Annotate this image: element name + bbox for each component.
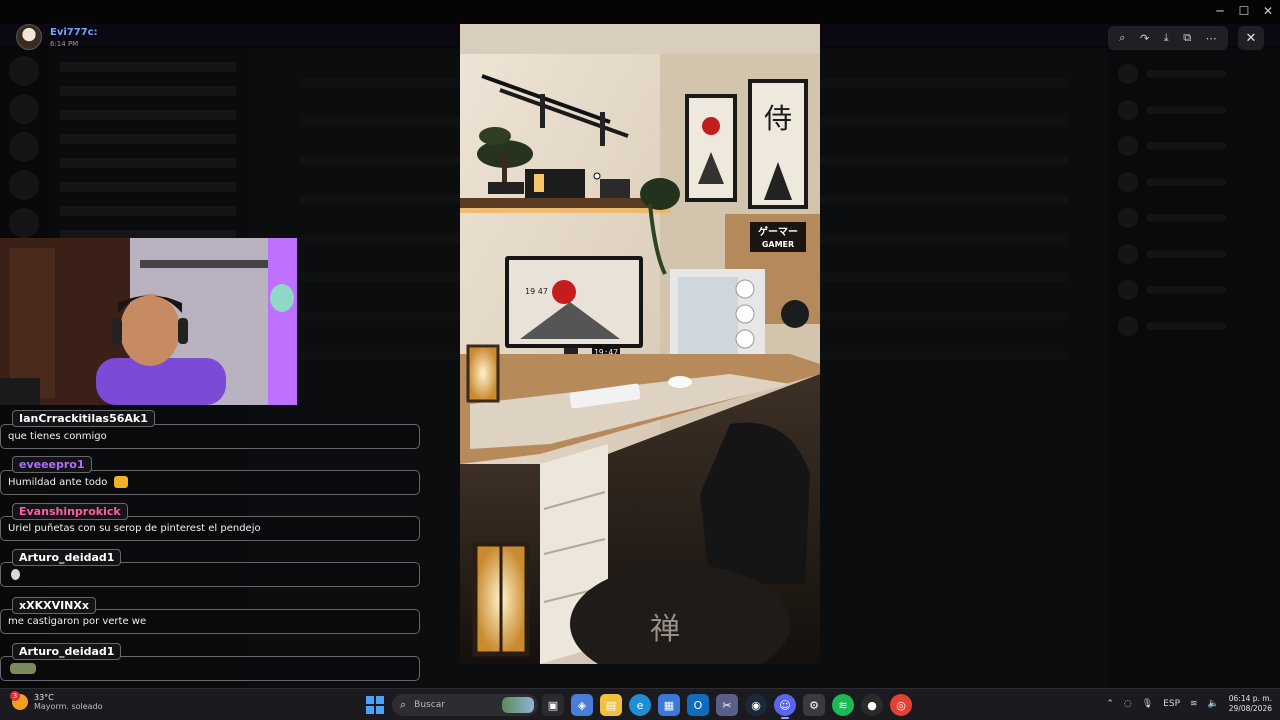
gaming-setup-photo: 侍 ゲーマー GAMER 19 47 19:47 禅 [460, 24, 820, 664]
store-icon[interactable]: ▦ [658, 694, 680, 716]
download-icon[interactable]: ⤓ [1164, 31, 1169, 45]
rug-kanji: 禅 [650, 612, 680, 647]
maximize-icon[interactable]: ☐ [1232, 0, 1256, 22]
close-viewer-button[interactable]: ✕ [1238, 26, 1264, 50]
chat-username: xXKXVINXx [12, 597, 96, 614]
weather-temp: 33°C [34, 693, 54, 702]
close-icon: ✕ [1245, 30, 1257, 46]
avatar[interactable] [16, 24, 42, 50]
search-icon: ⌕ [400, 698, 407, 711]
desktop: ─ ☐ ✕ Evi777c: 6:14 PM ⌕ ↷ ⤓ ⧉ ⋯ ✕ 侍 ゲーマ… [0, 0, 1280, 720]
forward-icon[interactable]: ↷ [1140, 32, 1149, 45]
file-explorer-icon[interactable]: ▤ [600, 694, 622, 716]
chat-username-text: Evanshinprokick [19, 505, 121, 518]
outlook-icon[interactable]: O [687, 694, 709, 716]
chat-username-text: eveeepro1 [19, 458, 85, 471]
person-emoji-icon [113, 476, 128, 488]
search-label: Buscar [414, 700, 445, 710]
wifi-icon[interactable]: ≋ [1190, 699, 1198, 709]
start-button[interactable] [366, 696, 384, 714]
chat-username: Arturo_deidad1 [12, 643, 122, 660]
snipping-tool-icon[interactable]: ✂ [716, 694, 738, 716]
viewer-author: Evi777c: 6:14 PM [16, 24, 98, 50]
car-sticker-icon [10, 662, 36, 674]
weather-desc: Mayorm. soleado [34, 702, 103, 711]
taskbar: 3 33°C Mayorm. soleado ⌕ Buscar ▣ ◈ ▤ e … [0, 688, 1280, 720]
author-time: 6:14 PM [50, 39, 79, 48]
taskbar-apps: ▣ ◈ ▤ e ▦ O ✂ ◉ ☺ ⚙ ≋ ● ◎ [542, 694, 912, 719]
search-highlight-image [502, 697, 534, 713]
edge-icon[interactable]: e [629, 694, 651, 716]
open-external-icon[interactable]: ⧉ [1183, 31, 1191, 45]
clock-date: 29/08/2026 [1228, 704, 1272, 713]
window-controls: ─ ☐ ✕ [1208, 0, 1280, 22]
spotify-icon[interactable]: ≋ [832, 694, 854, 716]
chat-text: Humildad ante todo [8, 477, 108, 488]
chat-text: me castigaron por verte we [8, 616, 147, 627]
chat-bubble: que tienes conmigo [0, 424, 420, 449]
volume-icon[interactable]: 🔈 [1208, 699, 1219, 709]
gamer-sign: ゲーマー [758, 225, 798, 238]
chat-username-text: Arturo_deidad1 [19, 551, 115, 564]
taskbar-search[interactable]: ⌕ Buscar [392, 694, 538, 716]
skull-emoji-icon [11, 568, 20, 580]
zoom-icon[interactable]: ⌕ [1119, 31, 1125, 45]
poster-kanji: 侍 [764, 102, 792, 135]
chat-text: que tienes conmigo [8, 431, 107, 442]
language-indicator[interactable]: ESP [1163, 699, 1180, 709]
chrome-icon[interactable]: ◎ [890, 694, 912, 716]
task-view-icon[interactable]: ▣ [542, 694, 564, 716]
chat-text: Uriel puñetas con su serop de pinterest … [8, 523, 261, 534]
bg-member-list [1108, 48, 1280, 688]
clock-time: 06:14 p. m. [1228, 694, 1272, 703]
chat-username-text: IanCrrackitilas56Ak1 [19, 412, 148, 425]
settings-icon[interactable]: ⚙ [803, 694, 825, 716]
viewer-toolbar: ⌕ ↷ ⤓ ⧉ ⋯ [1108, 26, 1228, 50]
microphone-icon[interactable]: 🎙 [1142, 699, 1153, 709]
weather-widget[interactable]: 3 33°C Mayorm. soleado [10, 691, 103, 711]
steam-icon[interactable]: ◉ [745, 694, 767, 716]
gamer-sign-sub: GAMER [762, 240, 794, 249]
bg-title-bar [0, 0, 1280, 24]
author-name[interactable]: Evi777c: [50, 27, 98, 38]
more-icon[interactable]: ⋯ [1206, 32, 1217, 45]
taskbar-clock[interactable]: 06:14 p. m. 29/08/2026 [1229, 694, 1272, 714]
streamer-webcam [0, 238, 297, 405]
sun-icon: 3 [10, 691, 28, 710]
discord-icon[interactable]: ☺ [774, 694, 796, 719]
chat-bubble: Humildad ante todo [0, 470, 420, 495]
chevron-up-icon[interactable]: ⌃ [1106, 699, 1114, 709]
viewed-image[interactable]: 侍 ゲーマー GAMER 19 47 19:47 禅 [460, 24, 820, 664]
media-app-icon[interactable]: ● [861, 694, 883, 716]
webcam-overlay [0, 238, 297, 405]
system-tray: ⌃ ◌ 🎙 ESP ≋ 🔈 06:14 p. m. 29/08/2026 [1106, 694, 1272, 714]
window-close-icon[interactable]: ✕ [1256, 0, 1280, 22]
chat-username-text: Arturo_deidad1 [19, 645, 115, 658]
minimize-icon[interactable]: ─ [1208, 0, 1232, 22]
cursor-icon [593, 172, 601, 180]
chat-username-text: xXKXVINXx [19, 599, 89, 612]
chat-username: eveeepro1 [12, 456, 92, 473]
monitor-year: 19 47 [525, 287, 548, 296]
chat-username: Arturo_deidad1 [12, 549, 122, 566]
chat-username: Evanshinprokick [12, 503, 128, 520]
widgets-icon[interactable]: ◈ [571, 694, 593, 716]
chat-username: IanCrrackitilas56Ak1 [12, 410, 155, 427]
notification-badge: 3 [10, 691, 20, 701]
network-icon[interactable]: ◌ [1124, 699, 1132, 709]
